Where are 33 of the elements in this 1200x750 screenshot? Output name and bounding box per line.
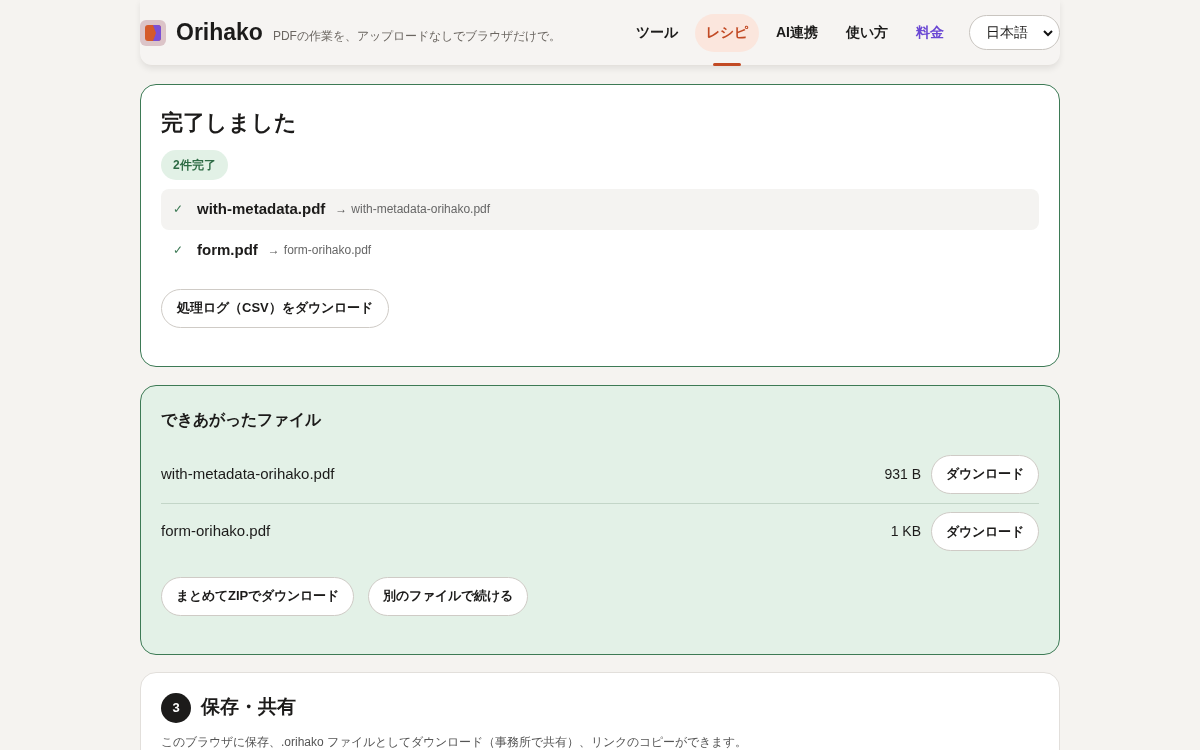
step-number: 3 (161, 692, 191, 723)
active-tab-indicator (713, 62, 741, 66)
check-mark: ✓ (173, 242, 184, 259)
action-button[interactable]: 別のファイルで続ける (368, 576, 529, 616)
brand-name: Orihako (176, 18, 263, 48)
nav-tab[interactable]: 使い方 (835, 13, 899, 52)
filename: with-metadata-orihako.pdf (161, 463, 335, 484)
nav-tab[interactable]: 料金 (905, 13, 955, 52)
download-button[interactable]: ダウンロード (931, 512, 1039, 551)
download-log-button[interactable]: 処理ログ（CSV）をダウンロード (161, 288, 389, 328)
section-title: 保存・共有 (201, 695, 296, 720)
card-title: 完了しました (161, 109, 298, 137)
action-button[interactable]: まとめてZIPでダウンロード (161, 576, 355, 616)
card-title: できあがったファイル (161, 409, 322, 430)
arrow-text: → (335, 201, 348, 218)
source-filename: with-metadata.pdf (197, 198, 326, 219)
language-select[interactable]: 日本語 (969, 15, 1060, 50)
filename: form-orihako.pdf (161, 521, 271, 542)
tagline: PDFの作業を、アップロードなしでブラウザだけで。 (272, 27, 561, 45)
section-description: このブラウザに保存、.orihako ファイルとしてダウンロード（事務所で共有）、リンクのコピーができます。 (161, 733, 749, 750)
output-filename: with-metadata-orihako.pdf (351, 201, 491, 218)
file-size: 1 KB (890, 522, 921, 541)
chevron-down-icon (1043, 28, 1053, 37)
output-filename: form-orihako.pdf (283, 242, 372, 259)
check-mark: ✓ (173, 201, 184, 218)
download-button[interactable]: ダウンロード (931, 454, 1039, 494)
file-size: 931 B (884, 464, 921, 484)
nav-tab[interactable]: ツール (625, 13, 689, 52)
logo-icon (140, 19, 166, 46)
count-badge: 2件完了 (161, 149, 228, 180)
arrow-text: → (267, 242, 280, 259)
source-filename: form.pdf (197, 239, 258, 260)
nav-tab[interactable]: AI連携 (765, 13, 829, 52)
